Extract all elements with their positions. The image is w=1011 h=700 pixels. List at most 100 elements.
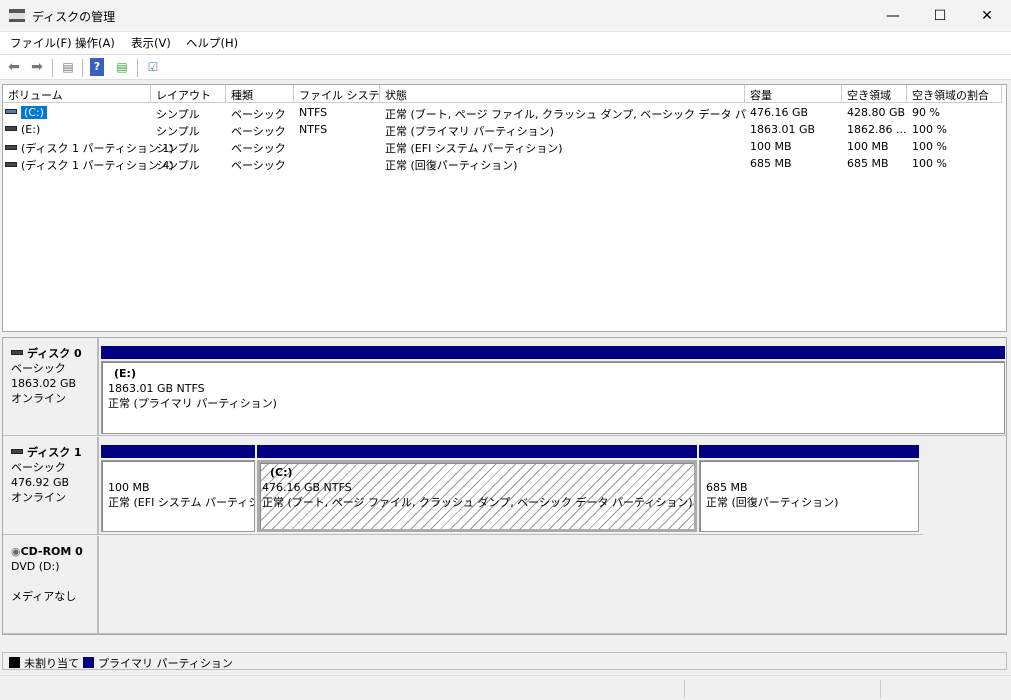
primary-partition-bar [101, 346, 1005, 359]
cell-free: 428.80 GB [847, 106, 906, 119]
partition-size: 100 MB [108, 481, 150, 494]
unallocated-swatch [9, 657, 20, 668]
partition-size: 1863.01 GB NTFS [108, 382, 205, 395]
show-action-pane-icon[interactable]: ▤ [112, 58, 132, 76]
column-header-layout[interactable]: レイアウト [151, 85, 226, 103]
cell-name: (C:) [5, 106, 47, 119]
cell-layout: シンプル [156, 159, 200, 172]
cell-layout: シンプル [156, 108, 200, 121]
disk-1-label[interactable]: ディスク 1 ベーシック 476.92 GB オンライン [3, 437, 99, 535]
close-button[interactable]: ✕ [964, 0, 1010, 32]
partition-size: 685 MB [706, 481, 748, 494]
partition-c[interactable]: (C:) 476.16 GB NTFS 正常 (ブート, ページ ファイル, ク… [257, 445, 697, 532]
cell-name: (ディスク 1 パーティション 1) [5, 140, 174, 156]
primary-partition-swatch [83, 657, 94, 668]
toolbar-separator [82, 59, 83, 77]
partition-status: 正常 (ブート, ページ ファイル, クラッシュ ダンプ, ベーシック データ … [262, 496, 693, 509]
cell-capacity: 476.16 GB [750, 106, 809, 119]
column-header-status[interactable]: 状態 [380, 85, 745, 103]
menu-action[interactable]: 操作(A) [75, 35, 115, 51]
cell-name: (ディスク 1 パーティション 4) [5, 157, 174, 173]
volume-name: (ディスク 1 パーティション 1) [21, 142, 174, 155]
column-header-capacity[interactable]: 容量 [745, 85, 842, 103]
disk-0-label[interactable]: ディスク 0 ベーシック 1863.02 GB オンライン [3, 338, 99, 436]
menu-file[interactable]: ファイル(F) [10, 35, 72, 51]
disk-type: ベーシック [11, 461, 66, 474]
disk-state: オンライン [11, 392, 66, 405]
partition-size: 476.16 GB NTFS [262, 481, 352, 494]
cdrom-0-row [3, 536, 1006, 634]
partition-efi[interactable]: 100 MB 正常 (EFI システム パーティショ [101, 445, 255, 532]
column-header-volume[interactable]: ボリューム [3, 85, 151, 103]
partition-status: 正常 (回復パーティション) [706, 496, 839, 509]
volume-icon [5, 126, 17, 131]
properties-icon[interactable]: ☑ [143, 58, 163, 76]
disk-size: 1863.02 GB [11, 377, 77, 390]
cell-type: ベーシック [231, 142, 286, 155]
cell-pct: 90 % [912, 106, 940, 119]
cell-type: ベーシック [231, 159, 286, 172]
cell-free: 100 MB [847, 140, 889, 153]
title-bar: ディスクの管理 — ☐ ✕ [0, 0, 1011, 32]
partition-label: (E:) [114, 367, 136, 380]
menu-bar: ファイル(F) 操作(A) 表示(V) ヘルプ(H) [0, 32, 1011, 54]
cell-free: 685 MB [847, 157, 889, 170]
column-header-free-space[interactable]: 空き領域 [842, 85, 907, 103]
disk-state: オンライン [11, 491, 66, 504]
disk-icon [11, 350, 23, 355]
cell-pct: 100 % [912, 140, 947, 153]
show-hide-console-tree-icon[interactable]: ▤ [58, 58, 78, 76]
volume-row[interactable]: (C:) シンプル ベーシック NTFS 正常 (ブート, ページ ファイル, クラッシ… [3, 104, 1006, 121]
disk-type: DVD (D:) [11, 560, 60, 573]
cell-layout: シンプル [156, 142, 200, 155]
cell-type: ベーシック [231, 125, 286, 138]
disk-graphical-view: ディスク 0 ベーシック 1863.02 GB オンライン (E:) 1863.… [2, 337, 1007, 635]
volume-row[interactable]: (ディスク 1 パーティション 4) シンプル ベーシック 正常 (回復パーティション… [3, 155, 1006, 172]
disk-type: ベーシック [11, 362, 66, 375]
toolbar: ⬅ ➡ ▤ ? ▤ ☑ [0, 54, 1011, 80]
legend-unallocated: 未割り当て [24, 657, 79, 670]
primary-partition-bar [101, 445, 255, 458]
status-bar [0, 675, 1011, 700]
disk-name: CD-ROM 0 [20, 545, 83, 558]
cell-status: 正常 (ブート, ページ ファイル, クラッシュ ダンプ, ベーシック データ … [385, 108, 747, 121]
column-header-type[interactable]: 種類 [226, 85, 294, 103]
primary-partition-bar [257, 445, 697, 458]
cell-fs: NTFS [299, 106, 328, 119]
volume-name: (E:) [21, 123, 41, 136]
partition-recovery[interactable]: 685 MB 正常 (回復パーティション) [699, 445, 919, 532]
toolbar-separator [137, 59, 138, 77]
column-header-free-percent[interactable]: 空き領域の割合 [907, 85, 1002, 103]
disk-size: 476.92 GB [11, 476, 70, 489]
cell-layout: シンプル [156, 125, 200, 138]
primary-partition-bar [699, 445, 919, 458]
cdrom-0-label[interactable]: ◉CD-ROM 0 DVD (D:) メディアなし [3, 536, 99, 634]
cell-type: ベーシック [231, 108, 286, 121]
forward-arrow-icon[interactable]: ➡ [27, 58, 47, 76]
volume-row[interactable]: (E:) シンプル ベーシック NTFS 正常 (プライマリ パーティション) 1863.… [3, 121, 1006, 138]
cell-pct: 100 % [912, 157, 947, 170]
volume-icon [5, 109, 17, 114]
partition-e[interactable]: (E:) 1863.01 GB NTFS 正常 (プライマリ パーティション) [101, 346, 1005, 434]
volume-icon [5, 145, 17, 150]
volume-list: ボリューム レイアウト 種類 ファイル システム 状態 容量 空き領域 空き領域… [2, 84, 1007, 332]
disk-state: メディアなし [11, 590, 77, 603]
menu-help[interactable]: ヘルプ(H) [186, 35, 238, 51]
column-header-filesystem[interactable]: ファイル システム [294, 85, 380, 103]
help-icon[interactable]: ? [90, 58, 104, 76]
cell-pct: 100 % [912, 123, 947, 136]
cell-capacity: 1863.01 GB [750, 123, 816, 136]
cell-status: 正常 (EFI システム パーティション) [385, 142, 563, 155]
minimize-button[interactable]: — [870, 0, 916, 32]
maximize-button[interactable]: ☐ [917, 0, 963, 32]
menu-view[interactable]: 表示(V) [131, 35, 171, 51]
volume-row[interactable]: (ディスク 1 パーティション 1) シンプル ベーシック 正常 (EFI システム … [3, 138, 1006, 155]
disk-name: ディスク 1 [27, 446, 82, 459]
volume-name: (C:) [21, 106, 47, 119]
volume-name: (ディスク 1 パーティション 4) [21, 159, 174, 172]
cd-drive-icon: ◉ [11, 545, 21, 558]
window-title: ディスクの管理 [32, 10, 116, 24]
legend-primary-partition: プライマリ パーティション [98, 657, 233, 670]
back-arrow-icon[interactable]: ⬅ [4, 58, 24, 76]
disk-1-empty-area [923, 437, 1006, 535]
